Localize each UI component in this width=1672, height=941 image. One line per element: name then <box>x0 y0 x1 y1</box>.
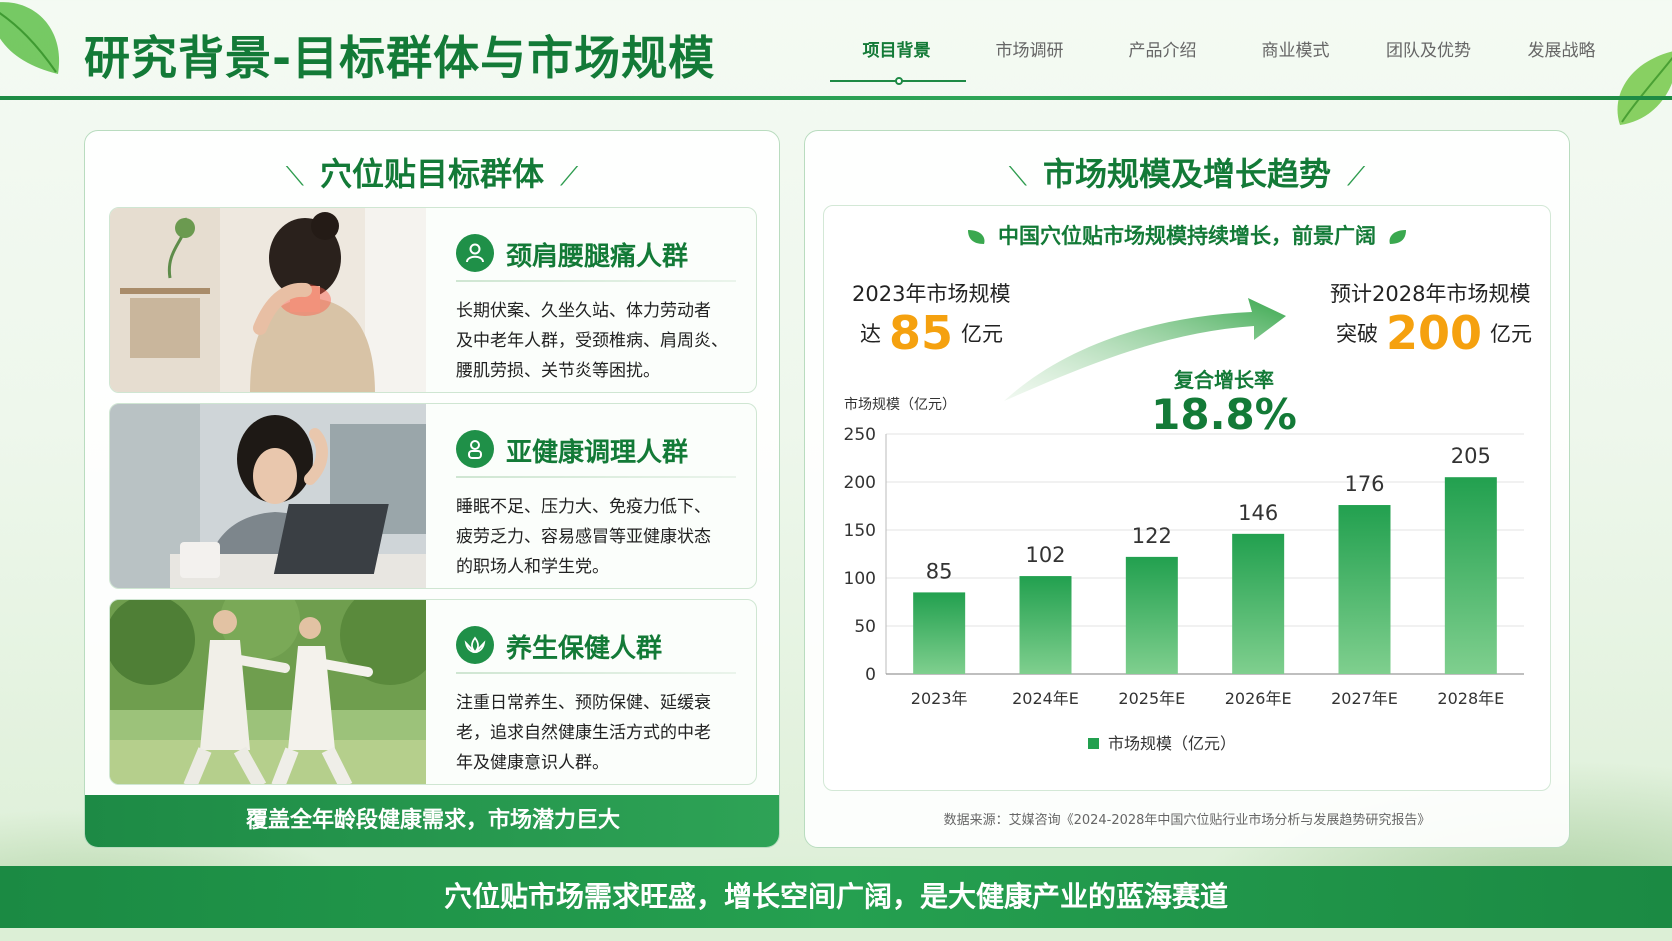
slash-decoration-icon: ⟍ <box>1008 162 1027 192</box>
group-name: 养生保健人群 <box>506 634 663 664</box>
market-size-title: 市场规模及增长趋势 <box>1042 155 1331 193</box>
bar-value-label: 122 <box>1132 524 1172 548</box>
group-card-wellness: 养生保健人群 注重日常养生、预防保健、延缓衰 老，追求自然健康生活方式的中老 年… <box>109 599 757 785</box>
group-description: 长期伏案、久坐久站、体力劳动者 及中老年人群，受颈椎病、肩周炎、 腰肌劳损、关节… <box>456 296 748 386</box>
group-card-neck-pain: 颈肩腰腿痛人群 长期伏案、久坐久站、体力劳动者 及中老年人群，受颈椎病、肩周炎、… <box>109 207 757 393</box>
bar <box>1125 556 1178 674</box>
description-line: 腰肌劳损、关节炎等困扰。 <box>456 361 660 381</box>
divider <box>456 280 736 282</box>
divider <box>456 672 736 674</box>
y-tick-label: 200 <box>844 473 876 493</box>
divider <box>456 476 736 478</box>
y-tick-label: 0 <box>865 665 876 685</box>
bar <box>913 592 966 674</box>
y-axis-label: 市场规模（亿元） <box>844 396 956 413</box>
target-groups-title: 穴位贴目标群体 <box>319 155 544 193</box>
subhealth-photo <box>110 404 426 588</box>
x-tick-label: 2026年E <box>1225 689 1292 708</box>
tab-market-research[interactable]: 市场调研 <box>963 36 1096 61</box>
lotus-icon <box>456 626 494 664</box>
legend-swatch <box>1088 738 1099 749</box>
group-description: 注重日常养生、预防保健、延缓衰 老，追求自然健康生活方式的中老 年及健康意识人群… <box>456 688 748 778</box>
bar <box>1019 576 1072 674</box>
y-tick-label: 150 <box>844 521 876 541</box>
description-line: 长期伏案、久坐久站、体力劳动者 <box>456 301 711 321</box>
description-line: 注重日常养生、预防保健、延缓衰 <box>456 693 711 713</box>
tab-development-strategy[interactable]: 发展战略 <box>1495 36 1628 61</box>
legend-label: 市场规模（亿元） <box>1108 734 1236 753</box>
tab-business-model[interactable]: 商业模式 <box>1229 36 1362 61</box>
group-description: 睡眠不足、压力大、免疫力低下、 疲劳乏力、容易感冒等亚健康状态 的职场人和学生党… <box>456 492 748 582</box>
description-line: 及中老年人群，受颈椎病、肩周炎、 <box>456 331 728 351</box>
group-card-subhealth: 亚健康调理人群 睡眠不足、压力大、免疫力低下、 疲劳乏力、容易感冒等亚健康状态 … <box>109 403 757 589</box>
panel-title: ⟍ 市场规模及增长趋势 ⟋ <box>805 149 1569 195</box>
y-tick-label: 50 <box>854 617 876 637</box>
x-tick-label: 2028年E <box>1437 689 1504 708</box>
group-name: 亚健康调理人群 <box>506 438 689 468</box>
wellness-photo <box>110 600 426 784</box>
x-tick-label: 2027年E <box>1331 689 1398 708</box>
target-groups-panel: ⟍ 穴位贴目标群体 ⟋ 颈肩腰腿痛人群 长期伏案、久坐久站、体力劳动者 及中老年人群… <box>84 130 780 848</box>
market-size-panel: ⟍ 市场规模及增长趋势 ⟋ 中国穴位贴市场规模持续增长，前景广阔 2023年市场规模… <box>804 130 1570 848</box>
page-title: 研究背景-目标群体与市场规模 <box>84 31 716 85</box>
tab-product-intro[interactable]: 产品介绍 <box>1096 36 1229 61</box>
description-line: 睡眠不足、压力大、免疫力低下、 <box>456 497 711 517</box>
description-line: 年及健康意识人群。 <box>456 753 609 773</box>
user-icon <box>456 234 494 272</box>
data-source: 数据来源：艾媒咨询《2024-2028年中国穴位贴行业市场分析与发展趋势研究报告… <box>943 813 1431 828</box>
header-divider <box>0 96 1672 100</box>
neck-pain-photo <box>110 208 426 392</box>
y-tick-label: 250 <box>844 425 876 445</box>
person-icon <box>456 430 494 468</box>
x-tick-label: 2023年 <box>911 689 968 708</box>
active-tab-dot <box>895 77 903 85</box>
target-groups-footer: 覆盖全年龄段健康需求，市场潜力巨大 <box>85 795 779 847</box>
description-line: 的职场人和学生党。 <box>456 557 609 577</box>
y-tick-label: 100 <box>844 569 876 589</box>
slash-decoration-icon: ⟋ <box>560 162 579 192</box>
bar-value-label: 85 <box>926 559 953 583</box>
header: 研究背景-目标群体与市场规模 项目背景 市场调研 产品介绍 商业模式 团队及优势… <box>0 0 1672 100</box>
bar-value-label: 102 <box>1025 543 1065 567</box>
nav-tabs: 项目背景 市场调研 产品介绍 商业模式 团队及优势 发展战略 <box>830 36 1628 61</box>
description-line: 疲劳乏力、容易感冒等亚健康状态 <box>456 527 711 547</box>
bar <box>1444 477 1497 674</box>
x-tick-label: 2025年E <box>1118 689 1185 708</box>
bar-value-label: 205 <box>1451 444 1491 468</box>
tab-team-advantages[interactable]: 团队及优势 <box>1362 36 1495 61</box>
bottom-banner: 穴位贴市场需求旺盛，增长空间广阔，是大健康产业的蓝海赛道 <box>0 866 1672 928</box>
tab-project-background[interactable]: 项目背景 <box>830 36 963 61</box>
bar <box>1232 533 1285 674</box>
group-name: 颈肩腰腿痛人群 <box>506 242 689 272</box>
market-size-bar-chart: 市场规模（亿元） 0 50 100 150 200 250 85 2023年 102 2024年E 1… <box>844 396 1524 753</box>
banner-edge <box>0 928 1672 941</box>
bar <box>1338 505 1391 674</box>
market-chart-box: 中国穴位贴市场规模持续增长，前景广阔 2023年市场规模 达 85 亿元 预计202… <box>823 205 1551 791</box>
panel-title: ⟍ 穴位贴目标群体 ⟋ <box>85 149 779 195</box>
slash-decoration-icon: ⟍ <box>285 162 304 192</box>
bar-value-label: 176 <box>1344 472 1384 496</box>
x-tick-label: 2024年E <box>1012 689 1079 708</box>
description-line: 老，追求自然健康生活方式的中老 <box>456 723 711 743</box>
bar-value-label: 146 <box>1238 501 1278 525</box>
slash-decoration-icon: ⟋ <box>1347 162 1366 192</box>
